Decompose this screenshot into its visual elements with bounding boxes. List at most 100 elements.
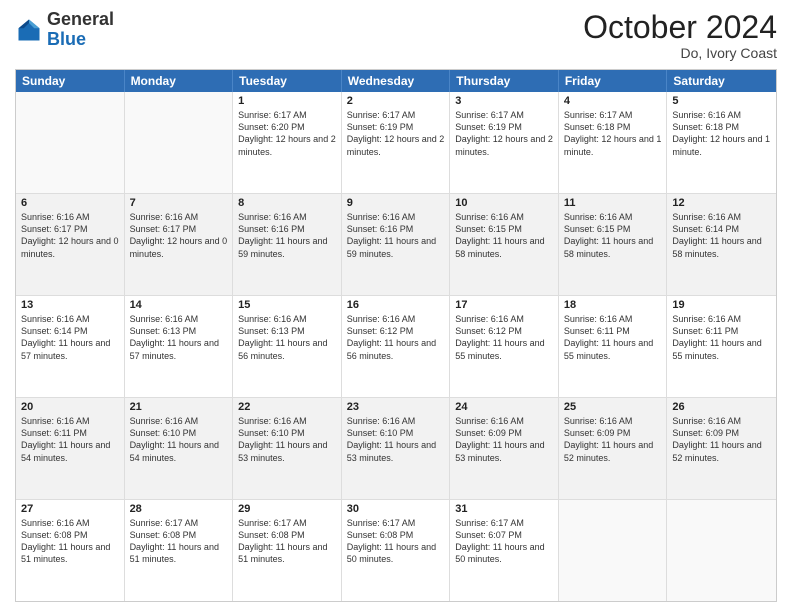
day-info: Sunrise: 6:17 AM Sunset: 6:08 PM Dayligh… [130, 517, 228, 566]
day-number: 28 [130, 503, 228, 515]
day-number: 5 [672, 95, 771, 107]
calendar-row: 20 Sunrise: 6:16 AM Sunset: 6:11 PM Dayli… [16, 397, 776, 499]
calendar-cell: 22 Sunrise: 6:16 AM Sunset: 6:10 PM Dayli… [233, 398, 342, 499]
calendar-cell [16, 92, 125, 193]
calendar-cell: 2 Sunrise: 6:17 AM Sunset: 6:19 PM Daylig… [342, 92, 451, 193]
day-info: Sunrise: 6:16 AM Sunset: 6:11 PM Dayligh… [672, 313, 771, 362]
day-number: 19 [672, 299, 771, 311]
calendar-cell: 18Sunrise: 6:16 AM Sunset: 6:11 PM Dayli… [559, 296, 668, 397]
day-info: Sunrise: 6:16 AM Sunset: 6:09 PM Dayligh… [564, 415, 662, 464]
day-info: Sunrise: 6:17 AM Sunset: 6:08 PM Dayligh… [238, 517, 336, 566]
logo-general: General [47, 9, 114, 29]
day-number: 8 [238, 197, 336, 209]
calendar-cell: 24Sunrise: 6:16 AM Sunset: 6:09 PM Dayli… [450, 398, 559, 499]
day-number: 4 [564, 95, 662, 107]
calendar-cell: 20 Sunrise: 6:16 AM Sunset: 6:11 PM Dayli… [16, 398, 125, 499]
calendar-cell: 5 Sunrise: 6:16 AM Sunset: 6:18 PM Daylig… [667, 92, 776, 193]
calendar-cell: 4 Sunrise: 6:17 AM Sunset: 6:18 PM Daylig… [559, 92, 668, 193]
calendar-cell: 28 Sunrise: 6:17 AM Sunset: 6:08 PM Dayli… [125, 500, 234, 601]
calendar-cell: 14 Sunrise: 6:16 AM Sunset: 6:13 PM Dayli… [125, 296, 234, 397]
calendar: SundayMondayTuesdayWednesdayThursdayFrid… [15, 69, 777, 602]
calendar-cell: 6 Sunrise: 6:16 AM Sunset: 6:17 PM Daylig… [16, 194, 125, 295]
day-number: 3 [455, 95, 553, 107]
calendar-cell: 31Sunrise: 6:17 AM Sunset: 6:07 PM Dayli… [450, 500, 559, 601]
day-number: 17 [455, 299, 553, 311]
day-number: 13 [21, 299, 119, 311]
day-number: 14 [130, 299, 228, 311]
calendar-cell: 21 Sunrise: 6:16 AM Sunset: 6:10 PM Dayli… [125, 398, 234, 499]
cal-header-cell: Thursday [450, 70, 559, 92]
cal-header-cell: Saturday [667, 70, 776, 92]
calendar-cell: 25 Sunrise: 6:16 AM Sunset: 6:09 PM Dayli… [559, 398, 668, 499]
day-info: Sunrise: 6:16 AM Sunset: 6:10 PM Dayligh… [238, 415, 336, 464]
calendar-row: 6 Sunrise: 6:16 AM Sunset: 6:17 PM Daylig… [16, 193, 776, 295]
day-info: Sunrise: 6:16 AM Sunset: 6:16 PM Dayligh… [238, 211, 336, 260]
header: General Blue October 2024 Do, Ivory Coas… [15, 10, 777, 61]
day-info: Sunrise: 6:16 AM Sunset: 6:12 PM Dayligh… [455, 313, 553, 362]
day-info: Sunrise: 6:16 AM Sunset: 6:15 PM Dayligh… [455, 211, 553, 260]
day-info: Sunrise: 6:17 AM Sunset: 6:20 PM Dayligh… [238, 109, 336, 158]
day-info: Sunrise: 6:16 AM Sunset: 6:15 PM Dayligh… [564, 211, 662, 260]
day-info: Sunrise: 6:16 AM Sunset: 6:08 PM Dayligh… [21, 517, 119, 566]
cal-header-cell: Wednesday [342, 70, 451, 92]
day-number: 22 [238, 401, 336, 413]
calendar-row: 27 Sunrise: 6:16 AM Sunset: 6:08 PM Dayli… [16, 499, 776, 601]
calendar-cell: 30Sunrise: 6:17 AM Sunset: 6:08 PM Dayli… [342, 500, 451, 601]
calendar-cell: 29 Sunrise: 6:17 AM Sunset: 6:08 PM Dayli… [233, 500, 342, 601]
calendar-cell [559, 500, 668, 601]
calendar-cell: 23 Sunrise: 6:16 AM Sunset: 6:10 PM Dayli… [342, 398, 451, 499]
day-info: Sunrise: 6:17 AM Sunset: 6:18 PM Dayligh… [564, 109, 662, 158]
calendar-body: 1Sunrise: 6:17 AM Sunset: 6:20 PM Daylig… [16, 92, 776, 601]
month-title: October 2024 [583, 10, 777, 45]
logo: General Blue [15, 10, 114, 50]
day-number: 15 [238, 299, 336, 311]
day-number: 9 [347, 197, 445, 209]
day-info: Sunrise: 6:16 AM Sunset: 6:10 PM Dayligh… [347, 415, 445, 464]
calendar-cell: 3 Sunrise: 6:17 AM Sunset: 6:19 PM Daylig… [450, 92, 559, 193]
day-info: Sunrise: 6:17 AM Sunset: 6:19 PM Dayligh… [455, 109, 553, 158]
day-number: 29 [238, 503, 336, 515]
calendar-row: 1Sunrise: 6:17 AM Sunset: 6:20 PM Daylig… [16, 92, 776, 193]
day-number: 21 [130, 401, 228, 413]
calendar-cell: 12Sunrise: 6:16 AM Sunset: 6:14 PM Dayli… [667, 194, 776, 295]
day-info: Sunrise: 6:16 AM Sunset: 6:18 PM Dayligh… [672, 109, 771, 158]
calendar-cell: 8 Sunrise: 6:16 AM Sunset: 6:16 PM Daylig… [233, 194, 342, 295]
day-info: Sunrise: 6:16 AM Sunset: 6:12 PM Dayligh… [347, 313, 445, 362]
calendar-cell: 7Sunrise: 6:16 AM Sunset: 6:17 PM Daylig… [125, 194, 234, 295]
day-number: 20 [21, 401, 119, 413]
day-info: Sunrise: 6:16 AM Sunset: 6:16 PM Dayligh… [347, 211, 445, 260]
day-info: Sunrise: 6:16 AM Sunset: 6:17 PM Dayligh… [130, 211, 228, 260]
day-number: 27 [21, 503, 119, 515]
logo-blue: Blue [47, 29, 86, 49]
day-info: Sunrise: 6:16 AM Sunset: 6:14 PM Dayligh… [21, 313, 119, 362]
day-number: 16 [347, 299, 445, 311]
day-info: Sunrise: 6:16 AM Sunset: 6:11 PM Dayligh… [21, 415, 119, 464]
calendar-cell [667, 500, 776, 601]
day-info: Sunrise: 6:16 AM Sunset: 6:17 PM Dayligh… [21, 211, 119, 260]
calendar-cell: 16 Sunrise: 6:16 AM Sunset: 6:12 PM Dayli… [342, 296, 451, 397]
title-block: October 2024 Do, Ivory Coast [583, 10, 777, 61]
calendar-cell: 11 Sunrise: 6:16 AM Sunset: 6:15 PM Dayli… [559, 194, 668, 295]
logo-text: General Blue [47, 10, 114, 50]
day-info: Sunrise: 6:17 AM Sunset: 6:19 PM Dayligh… [347, 109, 445, 158]
calendar-cell: 19 Sunrise: 6:16 AM Sunset: 6:11 PM Dayli… [667, 296, 776, 397]
day-info: Sunrise: 6:16 AM Sunset: 6:13 PM Dayligh… [130, 313, 228, 362]
day-number: 23 [347, 401, 445, 413]
cal-header-cell: Tuesday [233, 70, 342, 92]
day-number: 24 [455, 401, 553, 413]
day-number: 10 [455, 197, 553, 209]
day-info: Sunrise: 6:16 AM Sunset: 6:11 PM Dayligh… [564, 313, 662, 362]
day-info: Sunrise: 6:16 AM Sunset: 6:10 PM Dayligh… [130, 415, 228, 464]
location: Do, Ivory Coast [583, 45, 777, 61]
logo-icon [15, 16, 43, 44]
cal-header-cell: Sunday [16, 70, 125, 92]
day-number: 6 [21, 197, 119, 209]
day-info: Sunrise: 6:16 AM Sunset: 6:09 PM Dayligh… [672, 415, 771, 464]
day-info: Sunrise: 6:17 AM Sunset: 6:08 PM Dayligh… [347, 517, 445, 566]
day-info: Sunrise: 6:16 AM Sunset: 6:13 PM Dayligh… [238, 313, 336, 362]
calendar-cell: 1Sunrise: 6:17 AM Sunset: 6:20 PM Daylig… [233, 92, 342, 193]
day-number: 2 [347, 95, 445, 107]
day-number: 25 [564, 401, 662, 413]
day-number: 12 [672, 197, 771, 209]
day-number: 11 [564, 197, 662, 209]
